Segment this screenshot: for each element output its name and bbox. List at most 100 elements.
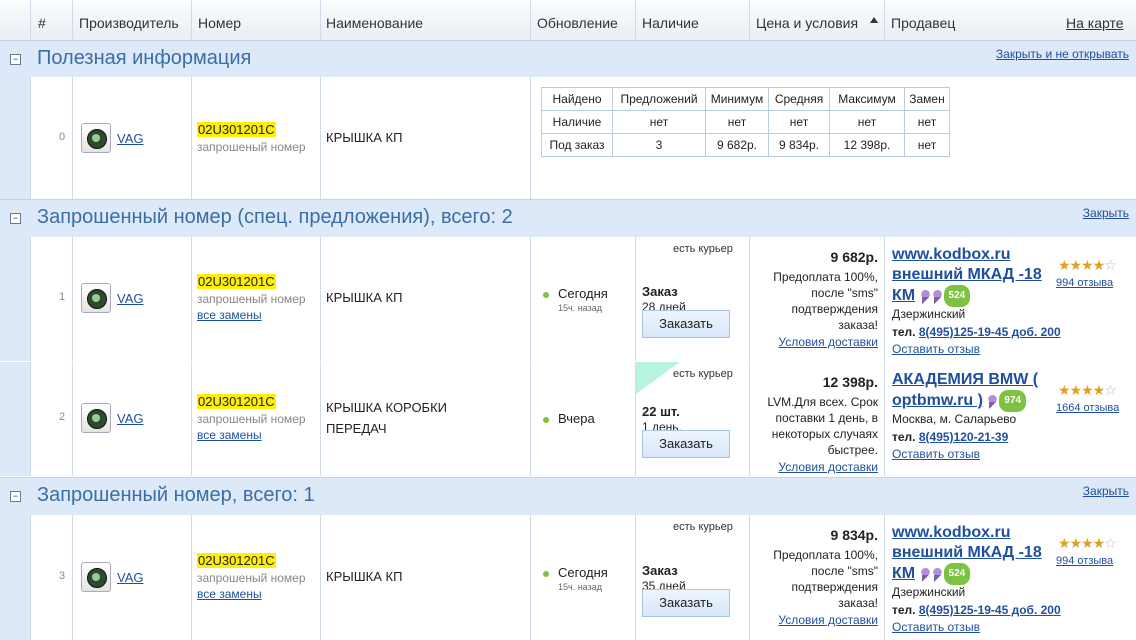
courier-label: есть курьер	[673, 368, 733, 380]
col-name[interactable]: Наименование	[326, 15, 423, 31]
price: 9 682р.	[830, 249, 878, 265]
section-requested-number: − Запрошенный номер, всего: 1 Закрыть	[0, 477, 1136, 516]
delivery-terms-link[interactable]: Условия доставки	[752, 613, 878, 627]
stats-cell: Под заказ	[541, 133, 613, 157]
price: 9 834р.	[830, 527, 878, 543]
stats-cell: 3	[612, 133, 706, 157]
close-link[interactable]: Закрыть	[1083, 206, 1129, 220]
col-seller[interactable]: Продавец	[891, 15, 955, 31]
info-row: 0 VAG 02U301201C запрошеный номер КРЫШКА…	[0, 77, 1136, 199]
sort-asc-icon[interactable]	[870, 17, 878, 23]
leave-review-link[interactable]: Оставить отзыв	[892, 342, 980, 356]
stats-header: Средняя	[768, 87, 830, 111]
stats-cell: 9 834р.	[768, 133, 830, 157]
seller-link-line2[interactable]: внешний МКАД -18	[892, 543, 1052, 563]
reviews-link[interactable]: 994 отзыва	[1056, 277, 1113, 289]
seller-link-line2[interactable]: внешний МКАД -18	[892, 265, 1052, 285]
leave-review-link[interactable]: Оставить отзыв	[892, 447, 980, 461]
order-button[interactable]: Заказать	[642, 310, 730, 338]
part-name: КРЫШКА КП	[326, 290, 403, 305]
courier-label: есть курьер	[673, 243, 733, 255]
skoda-logo-icon	[81, 562, 111, 592]
stats-header: Минимум	[705, 87, 769, 111]
order-button[interactable]: Заказать	[642, 589, 730, 617]
collapse-minus-icon[interactable]: −	[10, 213, 21, 224]
brand-link[interactable]: VAG	[117, 291, 144, 306]
part-sub: запрошеный номер	[197, 412, 306, 426]
leave-review-link[interactable]: Оставить отзыв	[892, 620, 980, 634]
stats-cell: нет	[829, 110, 905, 134]
seller-line2: optbmw.ru ) 974	[892, 390, 1052, 412]
table-row: 2 VAG 02U301201C запрошеный номер все замены…	[0, 362, 1136, 476]
seller-link[interactable]: www.kodbox.ru	[892, 523, 1052, 543]
reviews-link[interactable]: 1664 отзыва	[1056, 402, 1119, 414]
update-text: Сегодня	[558, 286, 608, 301]
part-sub: запрошеный номер	[197, 571, 306, 585]
brand-link[interactable]: VAG	[117, 411, 144, 426]
col-maker[interactable]: Производитель	[79, 15, 179, 31]
part-sub: запрошеный номер	[197, 292, 306, 306]
seller-line3: КМ 524	[892, 285, 1052, 307]
part-name: КРЫШКА КП	[326, 569, 403, 584]
row-number: 2	[58, 411, 66, 423]
col-update[interactable]: Обновление	[537, 15, 618, 31]
availability: 22 шт.	[642, 404, 680, 419]
seller-phone: тел. 8(495)120-21-39	[892, 430, 1009, 444]
seller-link[interactable]: АКАДЕМИЯ BMW (	[892, 370, 1052, 390]
map-link[interactable]: На карте	[1066, 15, 1124, 31]
row-number: 3	[58, 570, 66, 582]
seller-link[interactable]: www.kodbox.ru	[892, 245, 1052, 265]
stats-header: Найдено	[541, 87, 613, 111]
star-icon: ★★★★☆	[1058, 257, 1117, 273]
courier-label: есть курьер	[673, 521, 733, 533]
update-sub: 15ч. назад	[558, 303, 602, 313]
collapse-minus-icon[interactable]: −	[10, 491, 21, 502]
price-condition: некоторых случаях	[771, 427, 878, 441]
collapse-minus-icon[interactable]: −	[10, 54, 21, 65]
price: 12 398р.	[822, 374, 878, 390]
replacements-link[interactable]: все замены	[197, 428, 262, 442]
section-title: Запрошенный номер (спец. предложения), в…	[37, 206, 513, 228]
section-title: Запрошенный номер, всего: 1	[37, 484, 315, 506]
row-number: 0	[58, 131, 66, 143]
col-number[interactable]: Номер	[198, 15, 241, 31]
col-num[interactable]: #	[38, 15, 46, 31]
brand-link[interactable]: VAG	[117, 131, 144, 146]
delivery-terms-link[interactable]: Условия доставки	[752, 460, 878, 474]
col-price[interactable]: Цена и условия	[756, 15, 858, 31]
part-name: КРЫШКА КОРОБКИ	[326, 400, 448, 415]
close-forever-link[interactable]: Закрыть и не открывать	[996, 47, 1129, 61]
seller-city: Дзержинский	[892, 585, 966, 599]
brand-link[interactable]: VAG	[117, 570, 144, 585]
price-condition: заказа!	[838, 318, 878, 332]
replacements-link[interactable]: все замены	[197, 587, 262, 601]
price-condition: LVM.Для всех. Срок	[767, 395, 878, 409]
skoda-logo-icon	[81, 123, 111, 153]
award-ribbon-icon	[919, 288, 931, 304]
price-condition: подтверждения	[791, 302, 878, 316]
status-dot-icon	[543, 292, 549, 298]
stats-header: Замен	[904, 87, 950, 111]
stats-header: Предложений	[612, 87, 706, 111]
order-button[interactable]: Заказать	[642, 430, 730, 458]
col-avail[interactable]: Наличие	[642, 15, 699, 31]
price-condition: после "sms"	[811, 564, 878, 578]
stats-cell: нет	[904, 133, 950, 157]
skoda-logo-icon	[81, 283, 111, 313]
award-ribbon-icon	[987, 393, 999, 409]
seller-phone: тел. 8(495)125-19-45 доб. 200	[892, 325, 1061, 339]
stats-table: Найдено Предложений Минимум Средняя Максимум…	[541, 87, 950, 157]
award-ribbon-icon	[931, 288, 943, 304]
rating-badge: 524	[943, 563, 971, 585]
replacements-link[interactable]: все замены	[197, 308, 262, 322]
close-link[interactable]: Закрыть	[1083, 484, 1129, 498]
update-sub: 15ч. назад	[558, 582, 602, 592]
reviews-link[interactable]: 994 отзыва	[1056, 555, 1113, 567]
section-special-offers: − Запрошенный номер (спец. предложения),…	[0, 199, 1136, 238]
stats-header: Максимум	[829, 87, 905, 111]
status-dot-icon	[543, 571, 549, 577]
price-condition: Предоплата 100%,	[773, 548, 878, 562]
seller-city: Москва, м. Саларьево	[892, 412, 1017, 426]
stats-cell: нет	[705, 110, 769, 134]
delivery-terms-link[interactable]: Условия доставки	[752, 335, 878, 349]
